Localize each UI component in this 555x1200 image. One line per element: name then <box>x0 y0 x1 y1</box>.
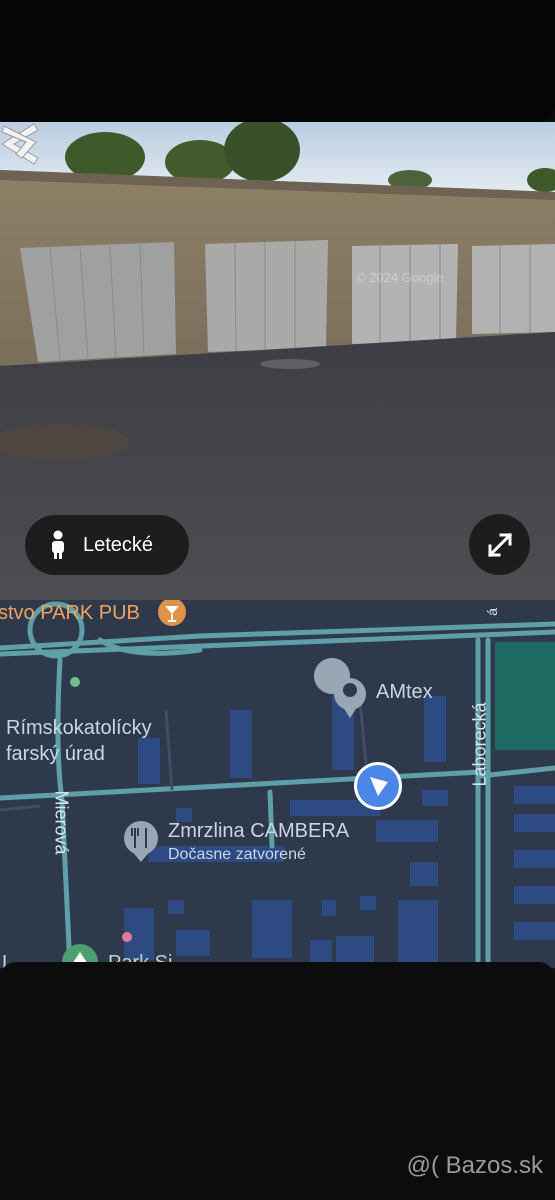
aerial-view-label: Letecké <box>83 533 154 556</box>
place-label-church[interactable]: Rímskokatolícky farský úrad <box>6 715 152 767</box>
expand-button[interactable] <box>469 514 530 575</box>
top-redaction-shape <box>0 0 555 122</box>
place-label-church-line1: Rímskokatolícky <box>6 717 152 739</box>
place-label-amtex[interactable]: AMtex <box>376 681 433 704</box>
expand-icon <box>487 532 512 557</box>
street-label-laborecka: Laborecká <box>469 702 490 787</box>
aerial-view-button[interactable]: Letecké <box>25 515 189 575</box>
street-label-fragment: á <box>483 608 500 616</box>
place-label-church-line2: farský úrad <box>6 743 105 765</box>
brand-watermark: @( Bazos.sk <box>406 1152 543 1179</box>
copyright-watermark: © 2024 Google <box>356 270 444 285</box>
place-status-icecream: Dočasne zatvorené <box>168 846 306 863</box>
person-icon <box>52 530 64 559</box>
place-label-pub[interactable]: stvo PARK PUB <box>0 602 140 625</box>
place-label-icecream[interactable]: Zmrzlina CAMBERA <box>168 820 349 843</box>
map-panel[interactable]: stvo PARK PUB AMtex Rímskokatolícky fars… <box>0 600 555 968</box>
street-label-mierova: Mierová <box>51 790 72 855</box>
chevron-right-icon[interactable] <box>0 122 40 160</box>
